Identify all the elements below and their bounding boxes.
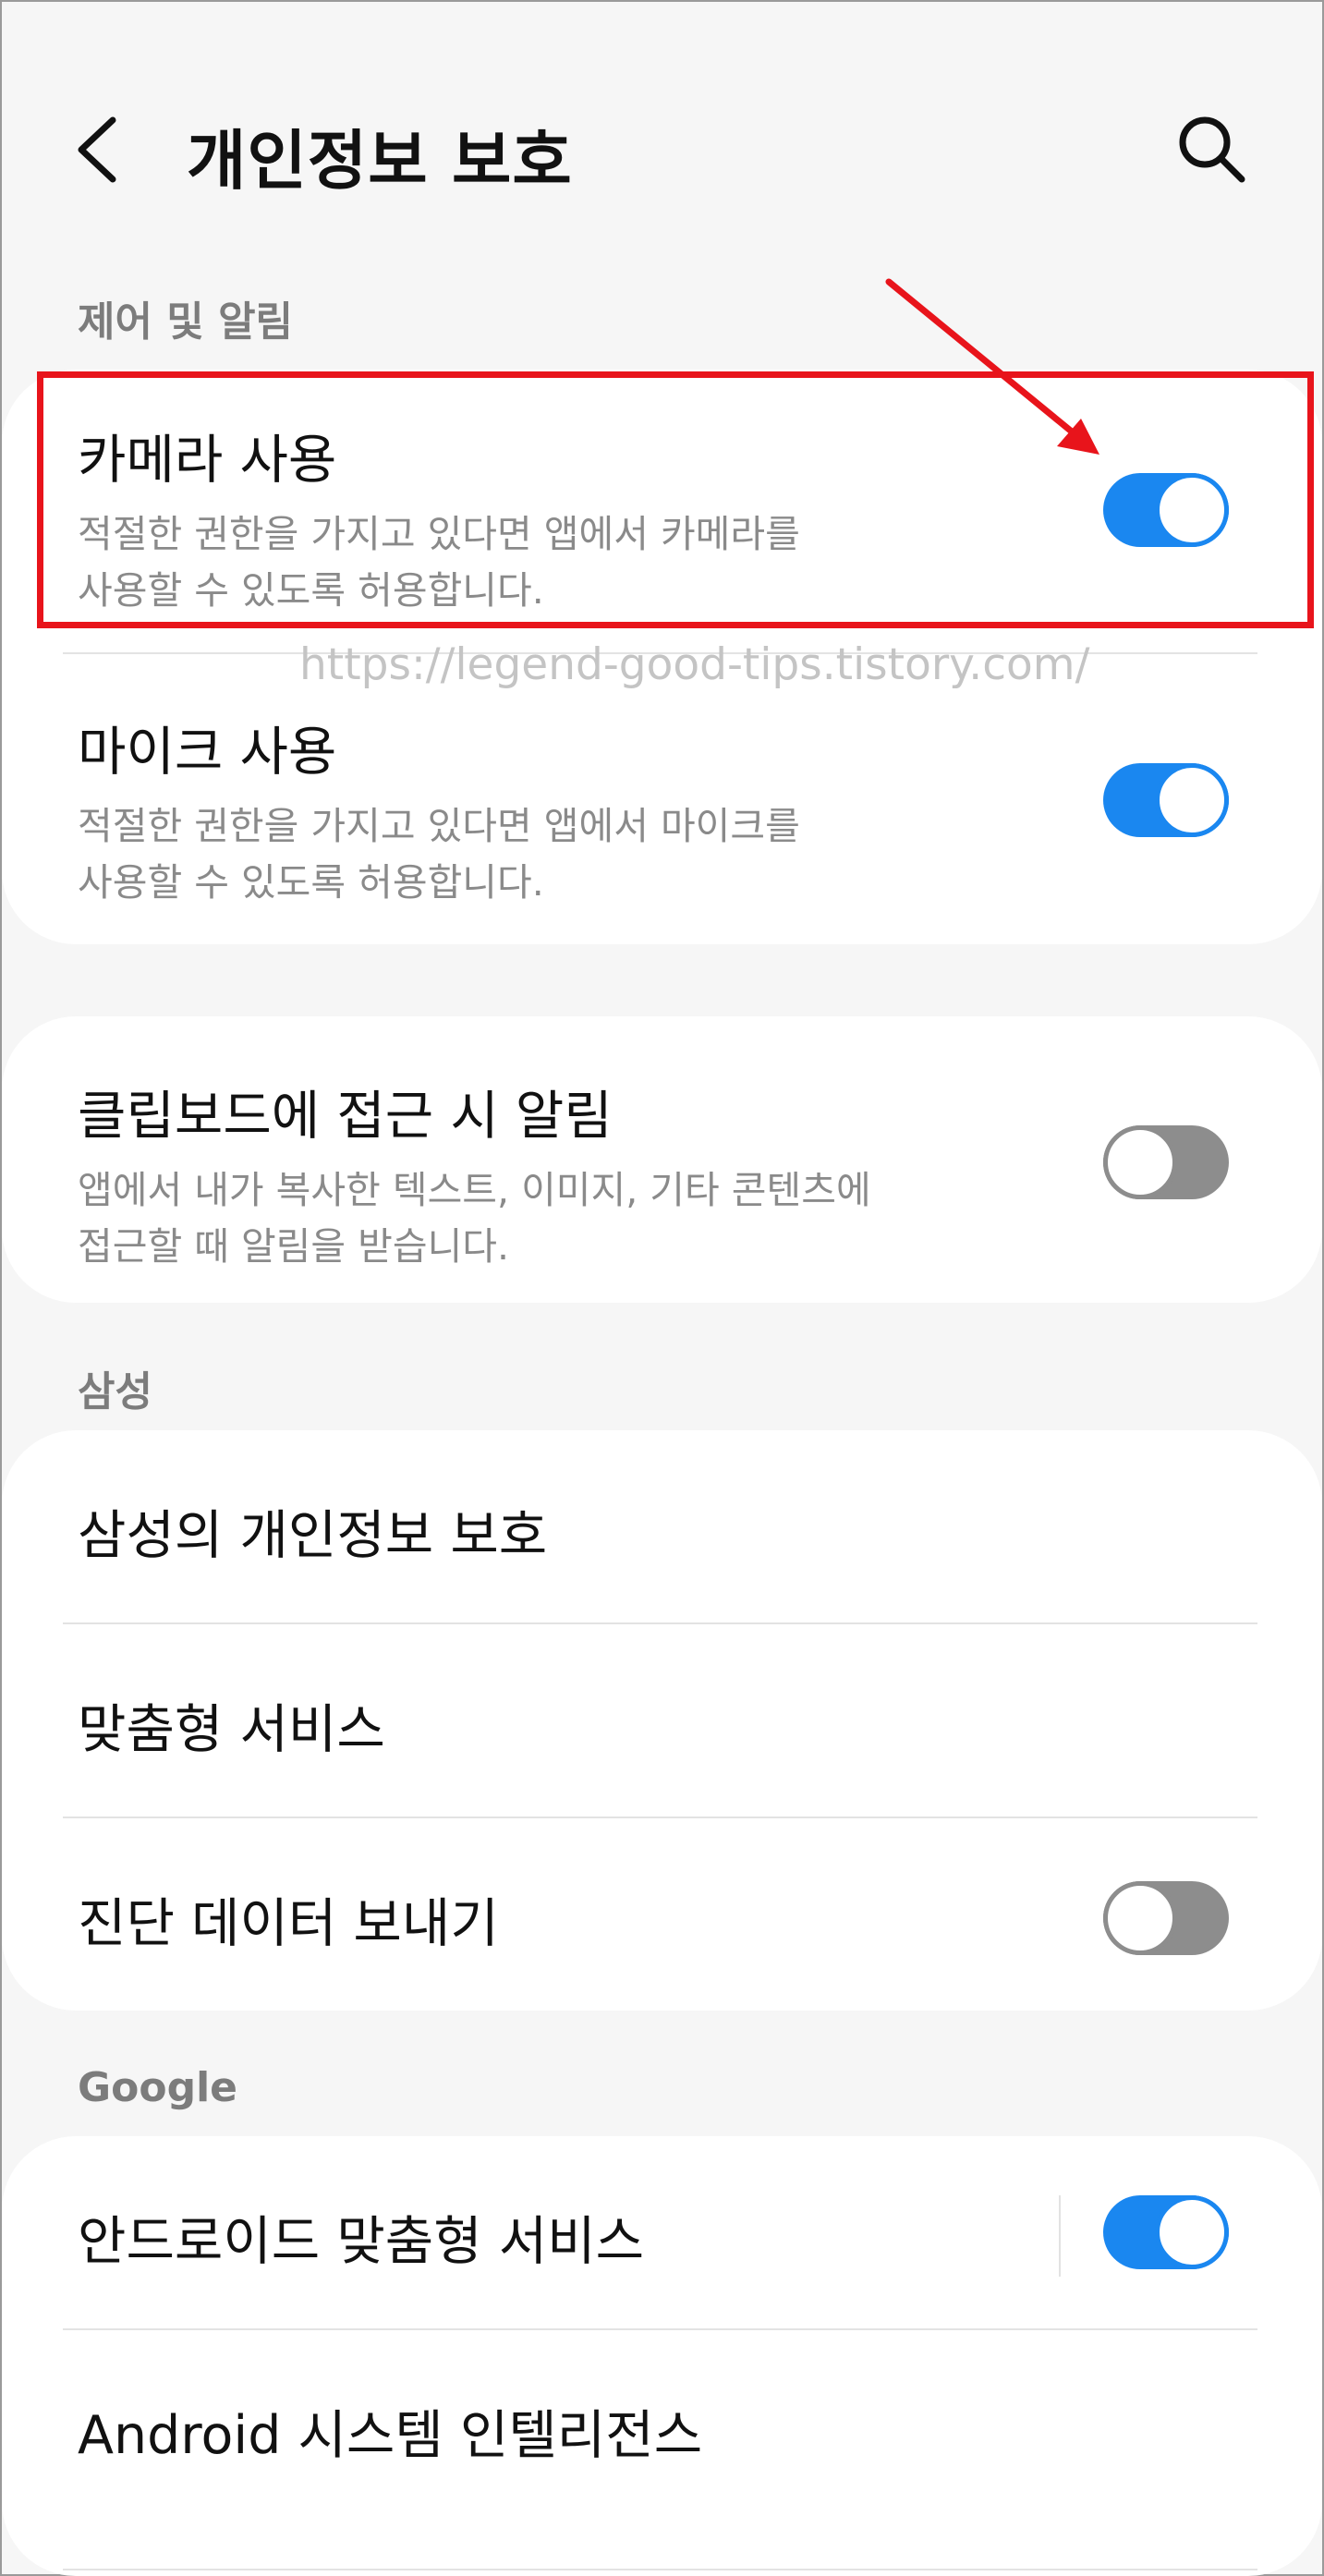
mic-usage-toggle[interactable]	[1103, 763, 1229, 837]
arrow-annotation-icon	[885, 278, 1099, 455]
mic-usage-title: 마이크 사용	[78, 722, 337, 783]
android-custom-service-item[interactable]: 안드로이드 맞춤형 서비스	[78, 2199, 1246, 2275]
android-custom-service-title: 안드로이드 맞춤형 서비스	[78, 2211, 645, 2272]
diagnostic-data-toggle[interactable]	[1103, 1881, 1229, 1955]
card-samsung: 삼성의 개인정보 보호 맞춤형 서비스 진단 데이터 보내기	[2, 1430, 1322, 2011]
section-header-google: Google	[78, 2064, 237, 2111]
samsung-privacy-title: 삼성의 개인정보 보호	[78, 1505, 548, 1566]
mic-usage-desc: 적절한 권한을 가지고 있다면 앱에서 마이크를 사용할 수 있도록 허용합니다…	[78, 798, 1246, 911]
custom-service-item[interactable]: 맞춤형 서비스	[78, 1687, 1246, 1763]
clipboard-alert-item[interactable]: 클립보드에 접근 시 알림 앱에서 내가 복사한 텍스트, 이미지, 기타 콘텐…	[78, 1074, 1246, 1275]
card-google: 안드로이드 맞춤형 서비스 Android 시스템 인텔리전스	[2, 2136, 1322, 2576]
clipboard-alert-desc: 앱에서 내가 복사한 텍스트, 이미지, 기타 콘텐츠에 접근할 때 알림을 받…	[78, 1162, 1246, 1275]
section-header-control: 제어 및 알림	[78, 298, 294, 346]
samsung-privacy-item[interactable]: 삼성의 개인정보 보호	[78, 1493, 1246, 1569]
android-custom-service-toggle[interactable]	[1103, 2195, 1229, 2269]
search-icon	[1179, 116, 1245, 183]
section-header-samsung: 삼성	[78, 1368, 152, 1416]
card-clipboard: 클립보드에 접근 시 알림 앱에서 내가 복사한 텍스트, 이미지, 기타 콘텐…	[2, 1016, 1322, 1303]
vertical-separator	[1059, 2195, 1061, 2277]
mic-usage-item[interactable]: 마이크 사용 적절한 권한을 가지고 있다면 앱에서 마이크를 사용할 수 있도…	[78, 710, 1246, 911]
divider	[63, 2569, 1257, 2570]
divider	[63, 2328, 1257, 2330]
clipboard-alert-desc-line2: 접근할 때 알림을 받습니다.	[78, 1224, 510, 1269]
diagnostic-data-title: 진단 데이터 보내기	[78, 1893, 499, 1954]
watermark-text: https://legend-good-tips.tistory.com/	[299, 639, 1090, 690]
search-button[interactable]	[1173, 111, 1251, 188]
divider	[63, 1817, 1257, 1818]
toggle-knob	[1103, 1881, 1177, 1955]
clipboard-alert-toggle[interactable]	[1103, 1125, 1229, 1199]
mic-usage-desc-line1: 적절한 권한을 가지고 있다면 앱에서 마이크를	[78, 804, 800, 848]
toggle-knob	[1103, 1125, 1177, 1199]
app-bar: 개인정보 보호	[2, 2, 1322, 279]
mic-usage-desc-line2: 사용할 수 있도록 허용합니다.	[78, 860, 544, 905]
clipboard-alert-title: 클립보드에 접근 시 알림	[78, 1086, 613, 1147]
toggle-knob	[1155, 763, 1229, 837]
highlight-box	[37, 371, 1314, 628]
page-title: 개인정보 보호	[187, 123, 573, 199]
android-intelligence-item[interactable]: Android 시스템 인텔리전스	[78, 2393, 1246, 2469]
android-intelligence-title: Android 시스템 인텔리전스	[78, 2405, 703, 2466]
divider	[63, 1622, 1257, 1624]
toggle-knob	[1155, 2195, 1229, 2269]
custom-service-title: 맞춤형 서비스	[78, 1699, 385, 1760]
diagnostic-data-item[interactable]: 진단 데이터 보내기	[78, 1881, 1246, 1957]
back-button[interactable]	[67, 111, 131, 188]
clipboard-alert-desc-line1: 앱에서 내가 복사한 텍스트, 이미지, 기타 콘텐츠에	[78, 1168, 871, 1212]
chevron-left-icon	[78, 116, 116, 183]
